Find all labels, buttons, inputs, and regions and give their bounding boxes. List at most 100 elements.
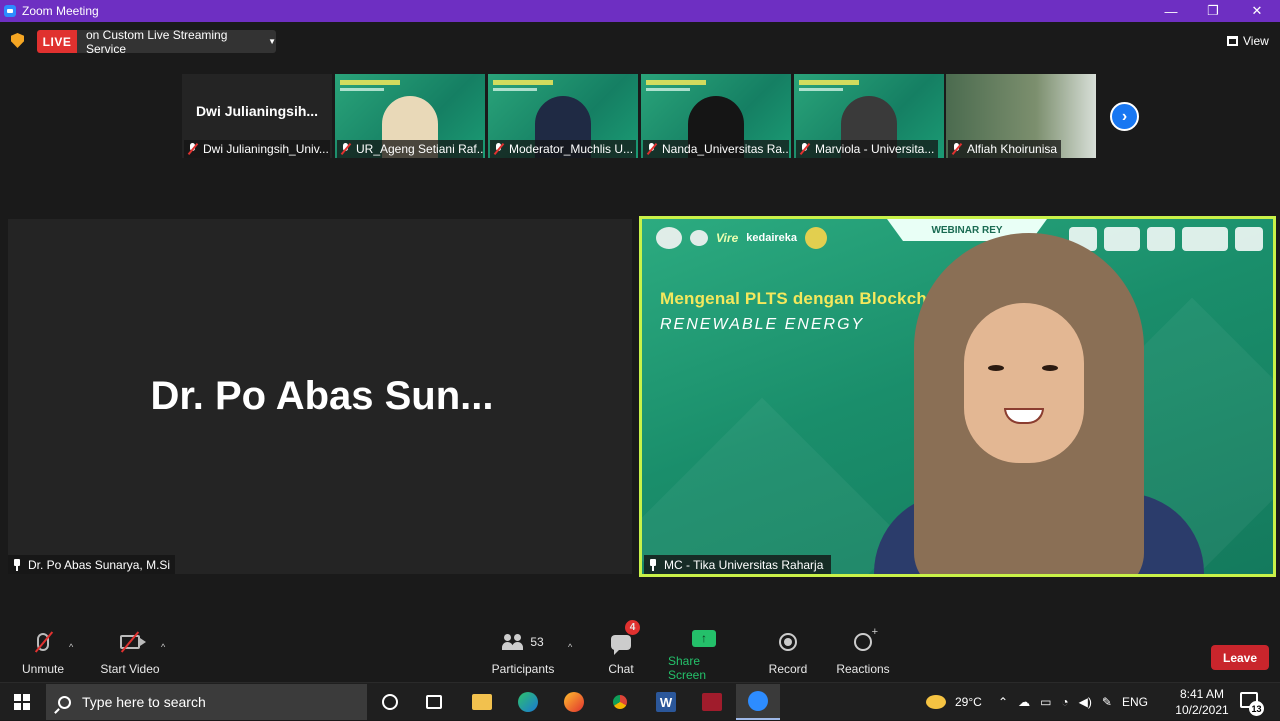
temperature: 29°C xyxy=(955,695,982,709)
language-indicator[interactable]: ENG xyxy=(1122,695,1148,709)
view-button[interactable]: View xyxy=(1227,34,1269,48)
restore-icon: ❐ xyxy=(1207,3,1219,18)
taskbar-search[interactable]: Type here to search xyxy=(46,684,367,720)
onedrive-icon[interactable]: ☁ xyxy=(1018,695,1030,709)
audio-options-caret[interactable]: ^ xyxy=(69,642,73,652)
participant-tile[interactable]: Nanda_Universitas Ra... xyxy=(641,74,791,158)
next-page-button[interactable]: › xyxy=(1110,102,1139,131)
weather-icon xyxy=(926,695,946,709)
weather-widget[interactable]: 29°C xyxy=(926,683,982,721)
restore-button[interactable]: ❐ xyxy=(1190,0,1236,22)
word-button[interactable]: W xyxy=(644,684,688,720)
record-icon-wrap xyxy=(779,628,797,656)
record-icon xyxy=(779,633,797,651)
slide-subtitle: RENEWABLE ENERGY xyxy=(660,316,865,333)
partner-logo xyxy=(690,230,708,246)
task-view-button[interactable] xyxy=(412,684,456,720)
start-video-label: Start Video xyxy=(100,662,160,676)
video-options-caret[interactable]: ^ xyxy=(161,642,165,652)
pen-icon[interactable]: ✎ xyxy=(1102,695,1112,709)
chat-button[interactable]: 4 Chat xyxy=(603,620,640,682)
search-icon xyxy=(58,695,71,709)
record-button[interactable]: Record xyxy=(767,628,809,682)
firefox-icon xyxy=(564,692,584,712)
live-service-label: on Custom Live Streaming Service xyxy=(86,27,228,56)
speaker-tile[interactable]: Dr. Po Abas Sun... xyxy=(8,219,632,574)
participant-display-name: Dwi Julianingsih... xyxy=(195,103,319,119)
close-icon: ✕ xyxy=(1251,3,1263,18)
edge-button[interactable] xyxy=(506,684,550,720)
participant-label: UR_Ageng Setiani Raf... xyxy=(337,140,483,158)
pin-icon xyxy=(13,558,21,571)
windows-taskbar: Type here to search W 29°C ⌃ ☁ ▭ ◔ ◀) ✎ … xyxy=(0,682,1280,720)
active-speaker-label: MC - Tika Universitas Raharja xyxy=(644,555,832,574)
share-screen-button[interactable]: ↑ Share Screen xyxy=(668,628,740,682)
participant-tile[interactable]: Dwi Julianingsih... Dwi Julianingsih_Uni… xyxy=(182,74,332,158)
close-window-button[interactable]: ✕ xyxy=(1234,0,1280,22)
windows-start-icon[interactable] xyxy=(14,694,30,710)
chat-label: Chat xyxy=(608,662,634,676)
slide-banner xyxy=(799,88,843,91)
unmute-label: Unmute xyxy=(21,662,65,676)
window-title: Zoom Meeting xyxy=(22,4,99,18)
active-speaker-label-text: MC - Tika Universitas Raharja xyxy=(664,557,824,572)
firefox-button[interactable] xyxy=(552,684,596,720)
participants-icon xyxy=(502,634,524,650)
chrome-button[interactable] xyxy=(598,684,642,720)
unmute-button[interactable]: Unmute xyxy=(18,628,68,682)
window-titlebar: Zoom Meeting — ❐ ✕ xyxy=(0,0,1280,22)
chat-badge: 4 xyxy=(625,620,640,635)
speaker-label-text: Dr. Po Abas Sunarya, M.Si xyxy=(28,557,171,572)
start-video-button[interactable]: Start Video xyxy=(98,628,162,682)
participant-label: Nanda_Universitas Ra... xyxy=(643,140,789,158)
person-eye xyxy=(1042,365,1058,371)
participant-tile[interactable]: UR_Ageng Setiani Raf... xyxy=(335,74,485,158)
slide-banner xyxy=(340,88,384,91)
chat-icon xyxy=(611,634,631,655)
participant-tile[interactable]: Marviola - Universita... xyxy=(794,74,944,158)
file-explorer-button[interactable] xyxy=(460,684,504,720)
word-icon: W xyxy=(656,692,676,712)
active-speaker-tile[interactable]: Vire kedaireka WEBINAR REY Mengenal PLTS… xyxy=(639,216,1276,577)
participants-label: Participants xyxy=(491,662,555,676)
slide-banner xyxy=(646,80,706,85)
view-grid-icon xyxy=(1227,36,1238,46)
participant-tile[interactable]: Moderator_Muchlis U... xyxy=(488,74,638,158)
cortana-icon xyxy=(382,694,398,710)
participant-name: Moderator_Muchlis U... xyxy=(509,142,634,156)
chevron-right-icon: › xyxy=(1121,107,1128,125)
reactions-label: Reactions xyxy=(836,662,890,676)
sponsor-logos-left: Vire kedaireka xyxy=(656,227,828,249)
leave-button[interactable]: Leave xyxy=(1211,645,1269,670)
participant-tile[interactable]: Alfiah Khoirunisa xyxy=(946,74,1096,158)
participants-count: 53 xyxy=(530,635,544,649)
battery-icon[interactable]: ▭ xyxy=(1040,695,1051,709)
taskbar-clock[interactable]: 8:41 AM 10/2/2021 xyxy=(1172,686,1232,718)
person-smile xyxy=(1004,408,1044,424)
show-hidden-icons[interactable]: ⌃ xyxy=(998,695,1008,709)
slide-banner xyxy=(799,80,859,85)
participants-button[interactable]: 53 Participants xyxy=(490,628,556,682)
folder-icon xyxy=(472,694,492,710)
task-view-icon xyxy=(426,695,442,709)
participants-options-caret[interactable]: ^ xyxy=(568,642,572,652)
chrome-icon xyxy=(610,692,630,712)
volume-icon[interactable]: ◀) xyxy=(1079,695,1092,709)
record-label: Record xyxy=(768,662,808,676)
mendeley-button[interactable] xyxy=(690,684,734,720)
live-streaming-dropdown[interactable]: on Custom Live Streaming Service ▼ xyxy=(77,27,276,56)
participant-name: Dwi Julianingsih_Univ... xyxy=(203,142,329,156)
participant-name: UR_Ageng Setiani Raf... xyxy=(356,142,483,156)
cortana-button[interactable] xyxy=(368,684,412,720)
zoom-taskbar-button[interactable] xyxy=(736,684,780,720)
minimize-icon: — xyxy=(1164,3,1178,19)
wifi-icon[interactable]: ◔ xyxy=(1061,695,1068,709)
caret-down-icon: ▼ xyxy=(268,37,276,46)
share-icon-wrap: ↑ xyxy=(692,628,716,648)
reactions-button[interactable]: Reactions xyxy=(836,626,890,682)
security-shield-icon[interactable] xyxy=(11,33,24,48)
speaker-video-person xyxy=(874,233,1204,574)
person-eye xyxy=(988,365,1004,371)
minimize-button[interactable]: — xyxy=(1148,0,1194,22)
view-label: View xyxy=(1243,34,1269,48)
